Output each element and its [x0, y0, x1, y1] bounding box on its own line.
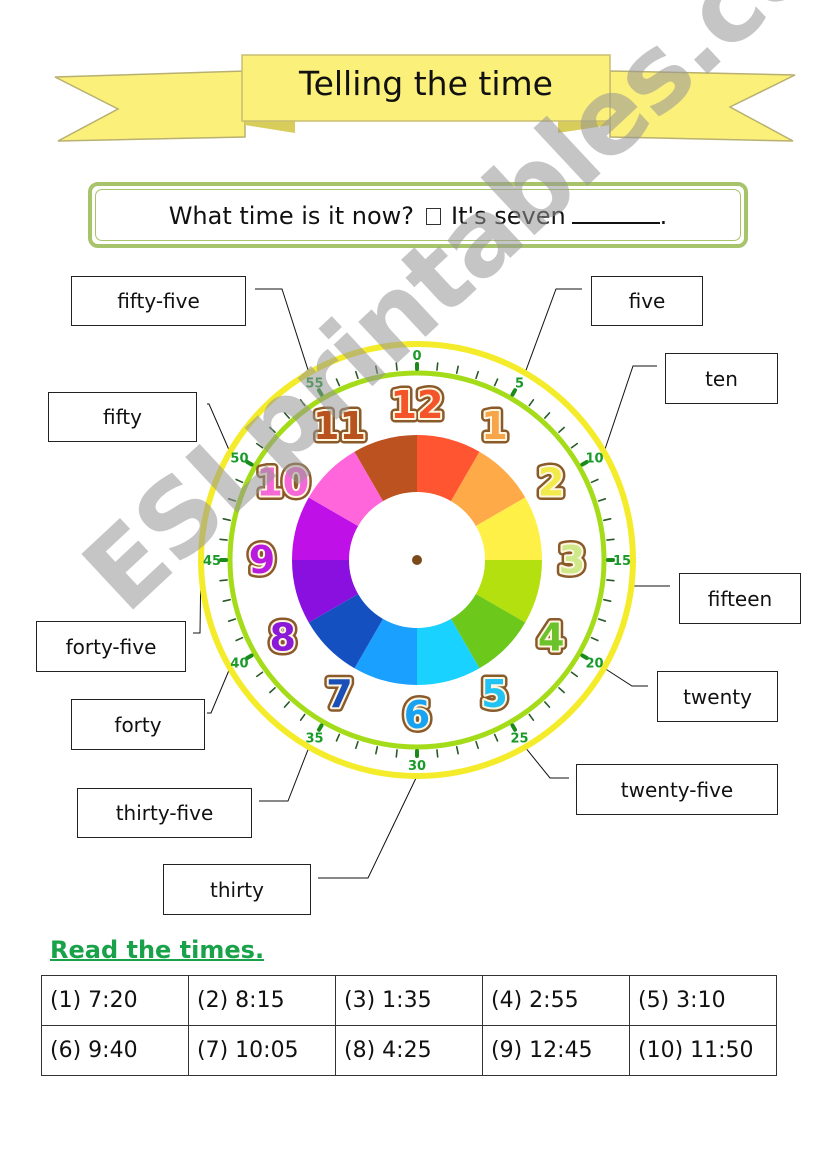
connector-line: [632, 559, 670, 587]
connector-line: [318, 775, 418, 879]
hour-number: 555: [477, 668, 512, 721]
hour-number: 444: [534, 611, 569, 664]
hour-number: 666: [399, 689, 434, 742]
hour-number-fill: 5: [481, 672, 507, 716]
hour-number: 121212: [386, 379, 448, 432]
minute-tick: [395, 749, 398, 758]
minute-label: 40: [230, 657, 248, 672]
connector-line: [524, 288, 582, 374]
minute-label: 0: [412, 349, 421, 364]
connector-line: [207, 403, 231, 453]
minute-tick: [317, 723, 324, 732]
minute-label: 50: [230, 452, 248, 467]
hour-number-fill: 4: [538, 616, 564, 660]
hour-number-fill: 2: [538, 461, 564, 505]
minute-label: 5: [515, 376, 524, 391]
label-ten: ten: [665, 353, 778, 404]
hour-number: 888: [265, 611, 300, 664]
minute-label: 30: [408, 759, 426, 774]
label-thirty: thirty: [163, 864, 311, 915]
minute-tick: [436, 362, 439, 371]
minute-label: 55: [305, 376, 323, 391]
time-cell: (2) 8:15: [188, 975, 336, 1026]
table-row: (6) 9:40 (7) 10:05 (8) 4:25 (9) 12:45 (1…: [41, 1025, 777, 1076]
minute-label: 25: [510, 732, 528, 747]
times-table: (1) 7:20 (2) 8:15 (3) 1:35 (4) 2:55 (5) …: [41, 975, 777, 1076]
minute-tick: [219, 538, 228, 541]
time-cell: (6) 9:40: [41, 1025, 189, 1076]
connector-line: [259, 746, 310, 802]
minute-label: 15: [613, 554, 631, 569]
hour-number: 111111: [309, 399, 371, 452]
time-cell: (10) 11:50: [629, 1025, 777, 1076]
connector-line: [524, 746, 569, 779]
minute-tick: [606, 579, 615, 582]
hour-number-fill: 3: [559, 538, 585, 582]
label-fifty: fifty: [48, 392, 197, 442]
hour-number-fill: 1: [481, 404, 507, 448]
time-cell: (8) 4:25: [335, 1025, 483, 1076]
time-cell: (3) 1:35: [335, 975, 483, 1026]
hour-number-fill: 12: [391, 383, 444, 427]
time-cell: (4) 2:55: [482, 975, 630, 1026]
time-cell: (5) 3:10: [629, 975, 777, 1026]
label-five: five: [591, 276, 703, 326]
hour-number-fill: 8: [270, 616, 296, 660]
label-twenty: twenty: [657, 671, 778, 722]
minute-tick: [510, 723, 517, 732]
time-cell: (1) 7:20: [41, 975, 189, 1026]
minute-label: 45: [203, 554, 221, 569]
hour-number-fill: 9: [249, 538, 275, 582]
connector-line: [255, 288, 310, 374]
hour-number: 999: [244, 534, 279, 587]
time-cell: (9) 12:45: [482, 1025, 630, 1076]
hour-number-fill: 6: [404, 693, 430, 737]
time-cell: (7) 10:05: [188, 1025, 336, 1076]
minute-tick: [395, 362, 398, 371]
minute-label: 35: [305, 732, 323, 747]
label-thirty-five: thirty-five: [77, 788, 252, 838]
label-forty-five: forty-five: [36, 621, 186, 672]
connector-line: [603, 667, 648, 687]
exercise-heading: Read the times.: [50, 936, 265, 964]
label-forty: forty: [71, 699, 205, 750]
minute-tick: [606, 538, 615, 541]
hour-number: 333: [554, 534, 589, 587]
minute-label: 10: [585, 452, 603, 467]
hour-number: 222: [534, 456, 569, 509]
connector-line: [603, 365, 657, 453]
label-fifteen: fifteen: [679, 573, 801, 624]
table-row: (1) 7:20 (2) 8:15 (3) 1:35 (4) 2:55 (5) …: [41, 975, 777, 1026]
hour-number-fill: 11: [313, 404, 366, 448]
label-twenty-five: twenty-five: [576, 764, 778, 815]
minute-label: 20: [585, 657, 603, 672]
hour-number-fill: 10: [256, 461, 309, 505]
hour-number: 111: [477, 399, 512, 452]
hour-number: 101010: [252, 456, 314, 509]
center-hub: [412, 555, 422, 565]
minute-tick: [436, 749, 439, 758]
label-fifty-five: fifty-five: [71, 276, 246, 326]
minute-tick: [219, 579, 228, 582]
clock-face: 0510152025303540455055 121212 111222333444…: [198, 341, 636, 779]
hour-number: 777: [322, 668, 357, 721]
connector-line: [207, 667, 231, 714]
hour-number-fill: 7: [326, 672, 352, 716]
